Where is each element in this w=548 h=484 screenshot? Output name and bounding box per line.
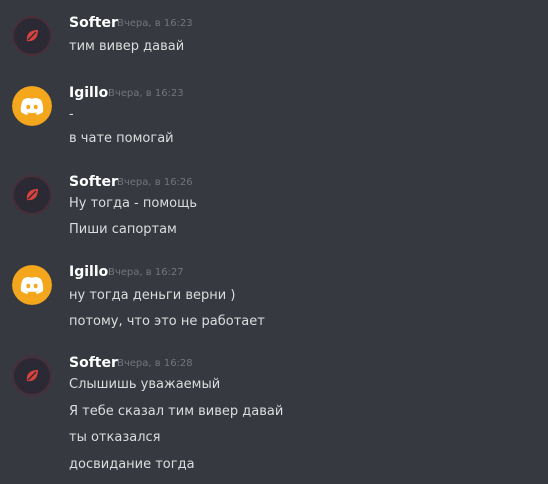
timestamp: Вчера, в 16:28 xyxy=(117,358,193,369)
username[interactable]: Softer xyxy=(69,14,118,32)
avatar[interactable] xyxy=(12,265,52,305)
discord-logo-icon xyxy=(12,86,52,126)
message-text: Слышишь уважаемый xyxy=(69,377,221,392)
message-text: в чате помогай xyxy=(69,131,174,146)
softer-leaf-icon xyxy=(12,356,52,396)
avatar[interactable] xyxy=(12,356,52,396)
message-text: - xyxy=(69,107,74,122)
username[interactable]: Softer xyxy=(69,173,118,191)
message-text: ты отказался xyxy=(69,430,161,445)
message-text: Ну тогда - помощь xyxy=(69,196,197,211)
username[interactable]: Softer xyxy=(69,354,118,372)
message-text: Пиши сапортам xyxy=(69,222,177,237)
timestamp: Вчера, в 16:26 xyxy=(117,177,193,188)
timestamp: Вчера, в 16:23 xyxy=(117,18,193,29)
username[interactable]: Igillo xyxy=(69,84,108,102)
message-text: тим вивер давай xyxy=(69,39,185,54)
message-text: Я тебе сказал тим вивер давай xyxy=(69,404,284,419)
avatar[interactable] xyxy=(12,16,52,56)
message-text: ну тогда деньги верни ) xyxy=(69,288,236,303)
message-text: потому, что это не работает xyxy=(69,314,265,329)
timestamp: Вчера, в 16:23 xyxy=(108,88,184,99)
avatar[interactable] xyxy=(12,175,52,215)
softer-leaf-icon xyxy=(12,175,52,215)
message-text: досвидание тогда xyxy=(69,457,195,472)
timestamp: Вчера, в 16:27 xyxy=(108,267,184,278)
username[interactable]: Igillo xyxy=(69,263,108,281)
avatar[interactable] xyxy=(12,86,52,126)
softer-leaf-icon xyxy=(12,16,52,56)
discord-logo-icon xyxy=(12,265,52,305)
